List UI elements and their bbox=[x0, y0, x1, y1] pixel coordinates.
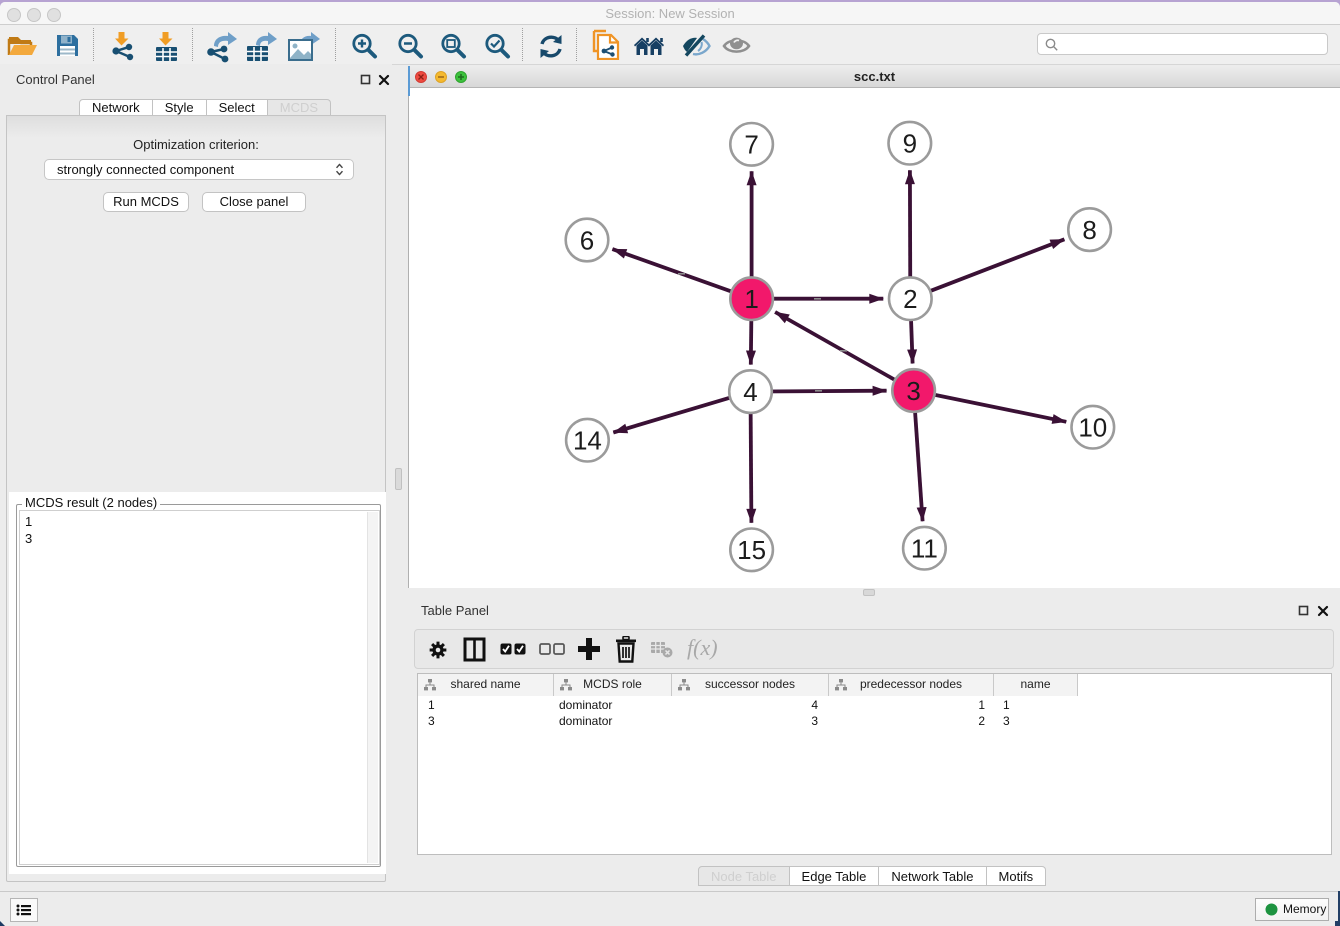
svg-text:11: 11 bbox=[911, 534, 938, 564]
svg-text:9: 9 bbox=[903, 129, 917, 159]
svg-text:2: 2 bbox=[903, 284, 917, 314]
svg-text:15: 15 bbox=[737, 535, 766, 565]
svg-text:8: 8 bbox=[1082, 215, 1096, 245]
svg-text:14: 14 bbox=[573, 426, 602, 456]
svg-text:1: 1 bbox=[744, 284, 758, 314]
svg-text:6: 6 bbox=[580, 225, 594, 255]
svg-text:10: 10 bbox=[1078, 413, 1107, 443]
svg-text:3: 3 bbox=[906, 376, 920, 406]
svg-text:7: 7 bbox=[744, 130, 758, 160]
svg-text:4: 4 bbox=[743, 377, 757, 407]
